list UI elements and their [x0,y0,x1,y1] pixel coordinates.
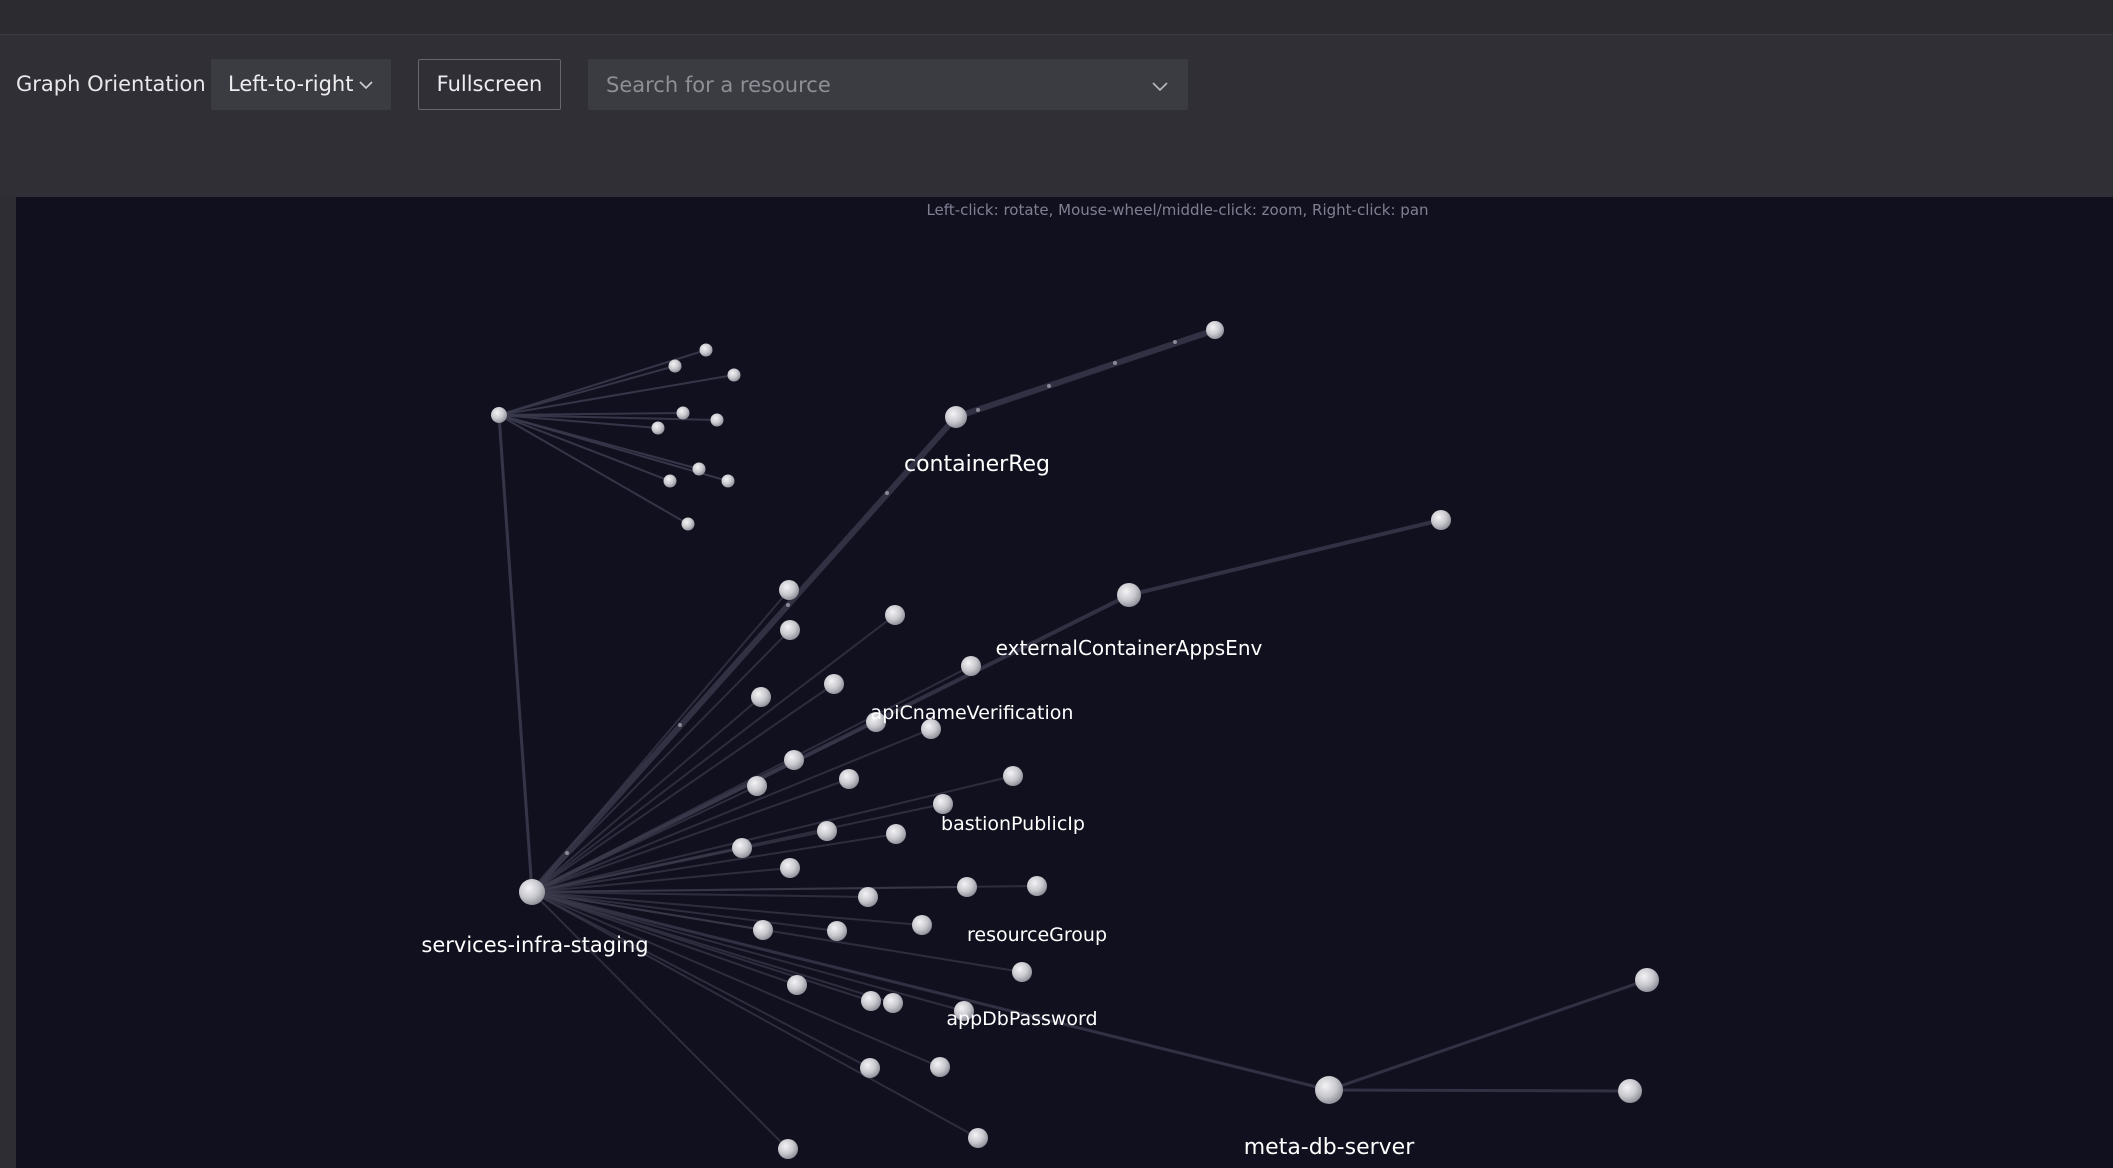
fullscreen-button[interactable]: Fullscreen [418,59,561,110]
link-particle[interactable] [1173,340,1177,344]
link-particle[interactable] [565,851,569,855]
graph-node[interactable] [957,877,977,897]
graph-node[interactable] [968,1128,988,1148]
link-root-child [531,629,791,893]
link-root-child [531,785,758,893]
resource-search[interactable] [588,59,1188,110]
graph-node-meta[interactable] [1315,1076,1343,1104]
graph-node[interactable] [860,1058,880,1078]
node-label-meta-db-server: meta-db-server [1244,1135,1415,1160]
graph-node-ext[interactable] [1117,583,1141,607]
link-particle[interactable] [885,491,889,495]
top-bar [0,0,2113,35]
node-label-bastion-ip: bastionPublicIp [941,813,1085,835]
node-label-container-reg: containerReg [904,452,1050,477]
graph-node-metaB[interactable] [1618,1079,1642,1103]
graph-node-hub[interactable] [491,407,507,423]
node-label-external-env: externalContainerAppsEnv [996,636,1263,660]
link-particle[interactable] [786,603,790,607]
graph-node[interactable] [721,474,735,488]
force-graph[interactable]: services-infra-staging containerReg extern… [16,197,2113,1168]
graph-node[interactable] [780,620,800,640]
graph-node[interactable] [727,368,741,382]
graph-node[interactable] [858,887,878,907]
graph-orientation-label: Graph Orientation [16,72,206,96]
graph-node[interactable] [692,462,706,476]
graph-node[interactable] [710,413,724,427]
graph-node[interactable] [663,474,677,488]
link-hub-child [498,374,735,416]
graph-node[interactable] [824,674,844,694]
graph-node[interactable] [912,915,932,935]
graph-node[interactable] [784,750,804,770]
graph-node[interactable] [1003,766,1023,786]
chevron-down-icon [359,81,373,90]
node-label-api-cname: apiCnameVerification [871,702,1074,724]
link-particle[interactable] [1047,384,1051,388]
link-particle[interactable] [1113,361,1117,365]
graph-orientation-select[interactable]: Left-to-right [211,59,391,110]
graph-orientation-value: Left-to-right [228,72,354,96]
graph-node-reg[interactable] [945,406,967,428]
link-particle[interactable] [976,408,980,412]
resource-search-input[interactable] [588,59,1128,110]
link-root-containerreg [529,414,959,895]
node-label-root: services-infra-staging [421,933,648,957]
graph-node-extTop[interactable] [1431,510,1451,530]
graph-node[interactable] [778,1139,798,1159]
link-root-hub [497,413,534,894]
graph-node-metaA[interactable] [1635,968,1659,992]
graph-node[interactable] [1012,962,1032,982]
link-hub-child [498,414,671,482]
graph-node[interactable] [753,920,773,940]
link-externalenv-top [1127,518,1443,597]
graph-node[interactable] [883,993,903,1013]
graph-node-root[interactable] [519,879,545,905]
graph-node[interactable] [886,824,906,844]
graph-node[interactable] [779,580,799,600]
graph-node-top[interactable] [1206,321,1224,339]
link-particle[interactable] [678,723,682,727]
graph-node[interactable] [861,991,881,1011]
graph-node[interactable] [699,343,713,357]
node-label-app-db-password: appDbPassword [946,1008,1097,1030]
graph-labels: services-infra-staging containerReg extern… [421,452,1415,1160]
graph-node[interactable] [668,359,682,373]
graph-node[interactable] [827,921,847,941]
graph-node[interactable] [961,656,981,676]
link-metadb-a [1327,978,1649,1092]
graph-node[interactable] [681,517,695,531]
graph-node[interactable] [817,821,837,841]
chevron-down-icon[interactable] [1151,77,1169,95]
graph-node[interactable] [676,406,690,420]
graph-node[interactable] [751,687,771,707]
graph-node[interactable] [651,421,665,435]
graph-node[interactable] [933,794,953,814]
link-root-child [531,614,896,893]
graph-node[interactable] [780,858,800,878]
graph-node[interactable] [787,975,807,995]
graph-node[interactable] [747,776,767,796]
graph-node[interactable] [885,605,905,625]
graph-node[interactable] [930,1057,950,1077]
link-metadb-b [1327,1088,1632,1093]
graph-canvas[interactable]: Left-click: rotate, Mouse-wheel/middle-c… [16,197,2113,1168]
node-label-resource-group: resourceGroup [967,924,1107,946]
graph-node[interactable] [732,838,752,858]
graph-node[interactable] [839,769,859,789]
graph-node[interactable] [1027,876,1047,896]
